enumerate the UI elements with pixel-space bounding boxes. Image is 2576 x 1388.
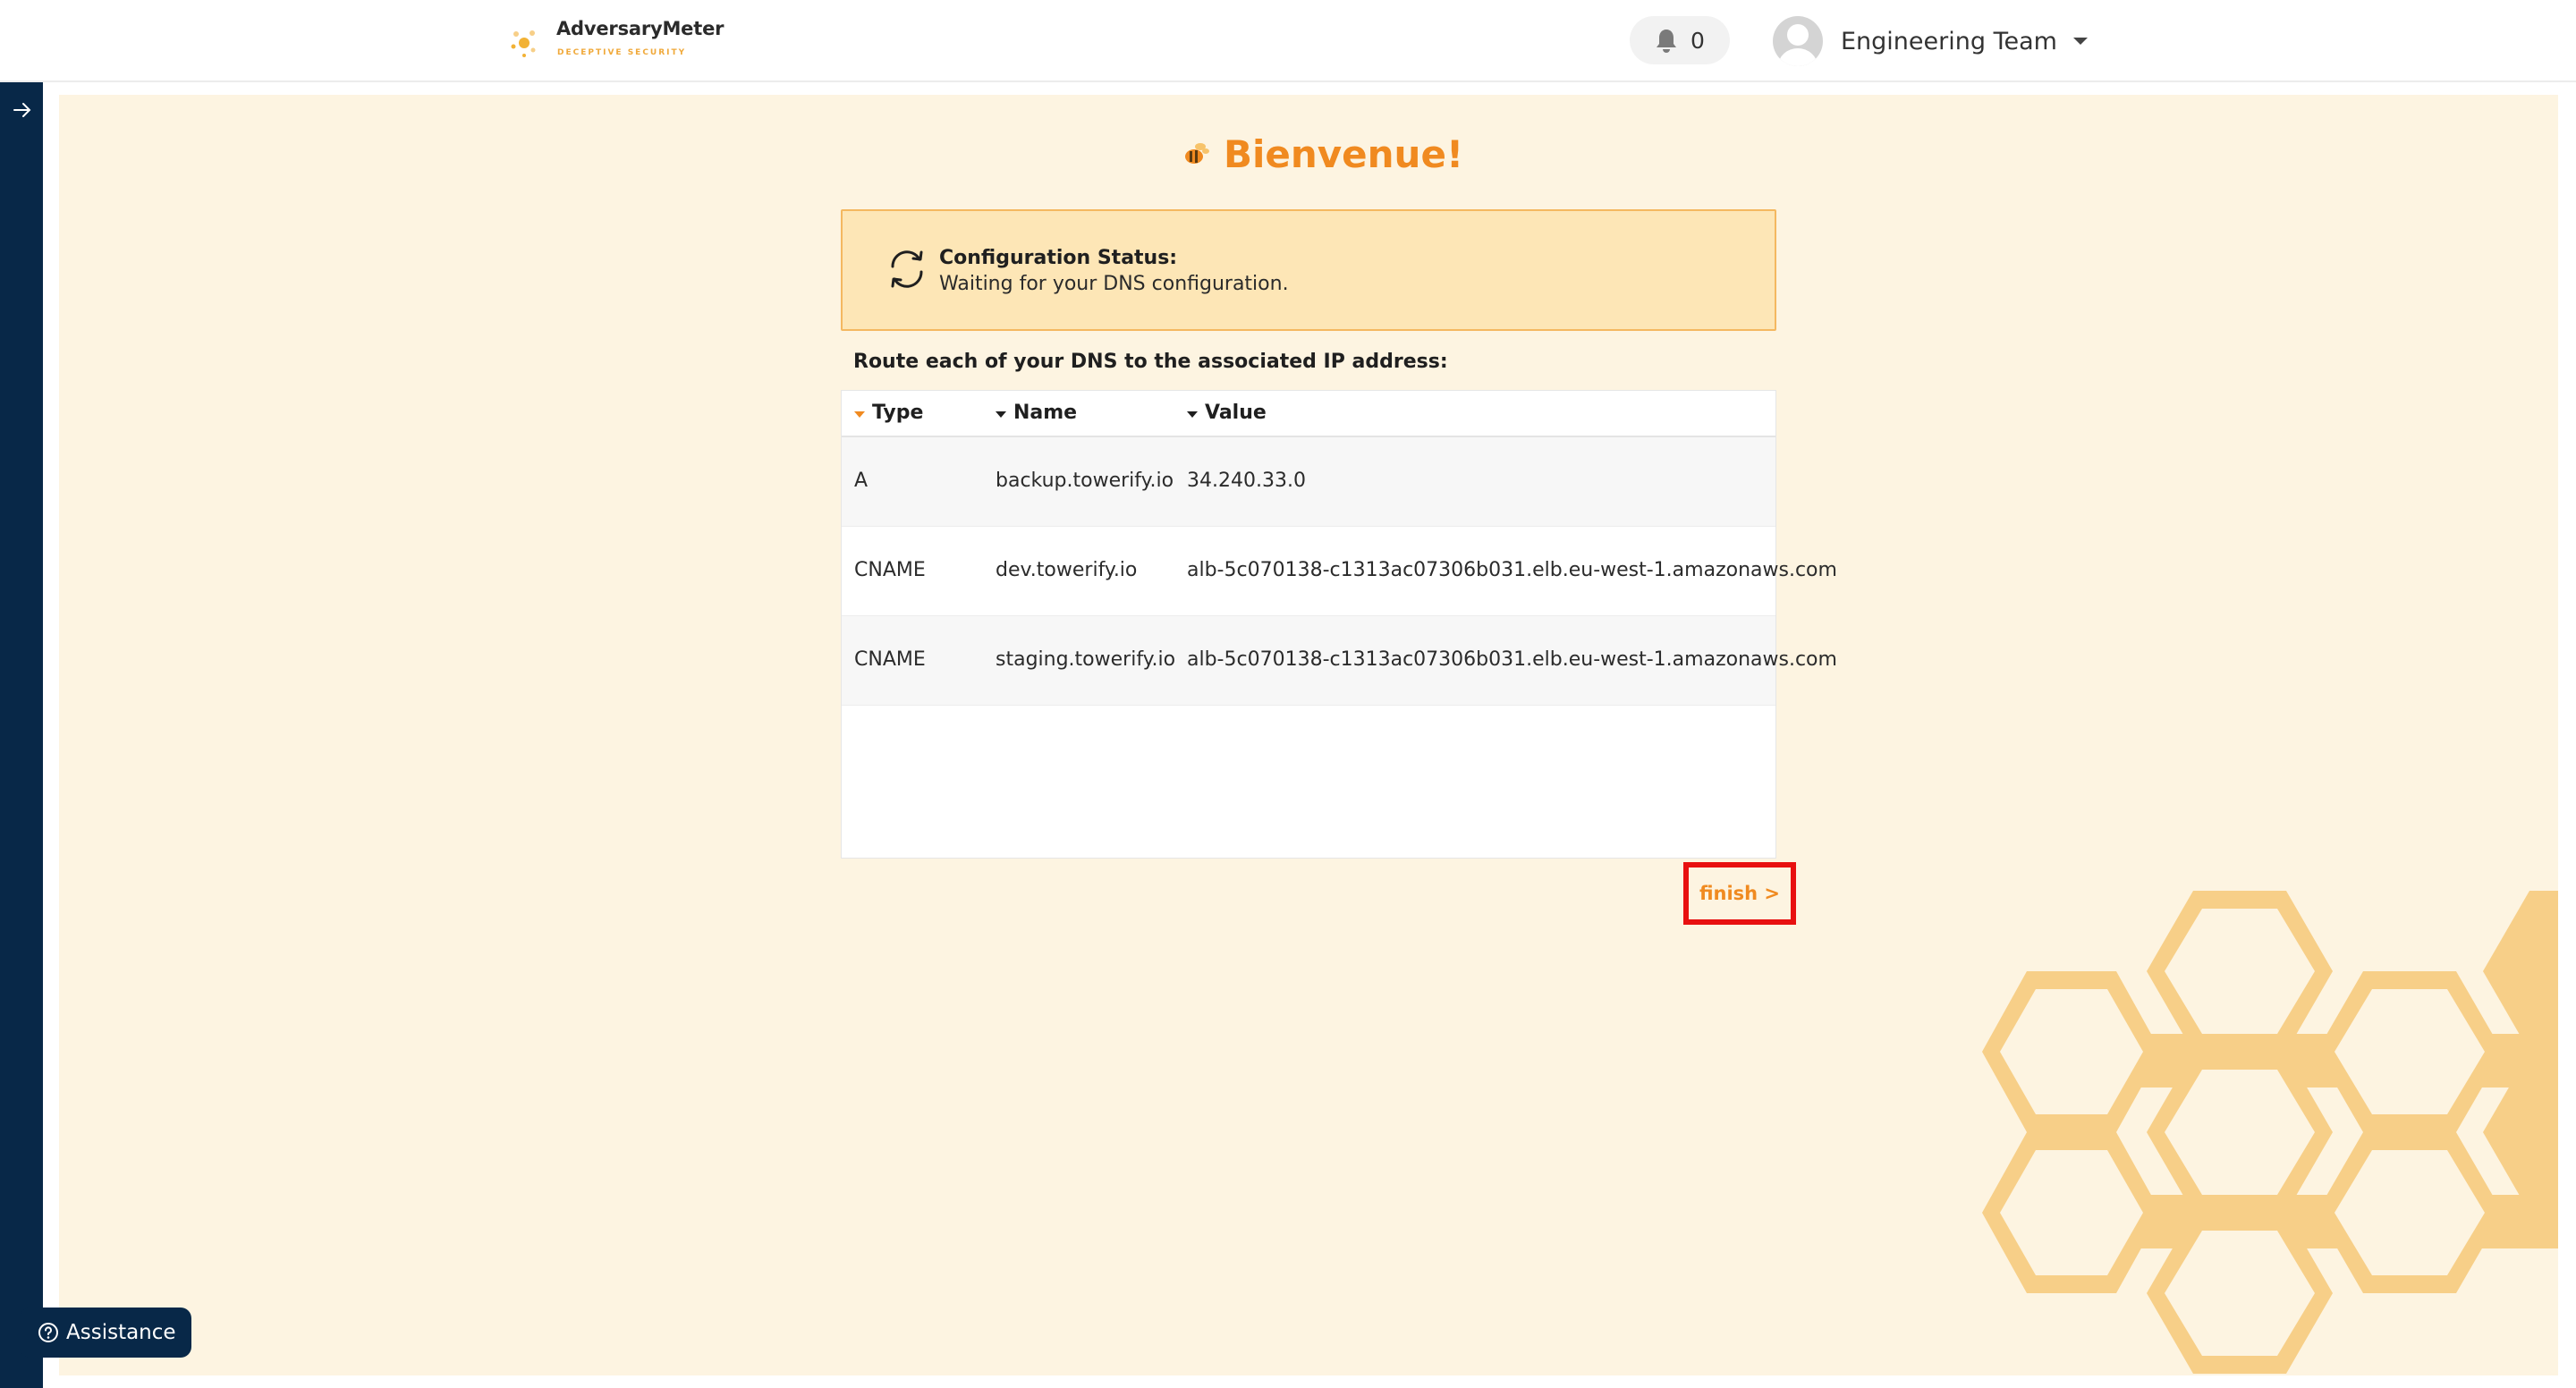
- user-avatar-icon: [1773, 16, 1823, 66]
- sidebar: [0, 82, 43, 1388]
- assistance-label: Assistance: [66, 1321, 176, 1344]
- user-name: Engineering Team: [1841, 27, 2057, 55]
- table-row: CNAME dev.towerify.io alb-5c070138-c1313…: [842, 527, 1837, 616]
- question-circle-icon: [38, 1323, 58, 1342]
- cell-name: backup.towerify.io: [996, 470, 1174, 492]
- chevron-down-icon: [2072, 38, 2088, 45]
- cell-value: alb-5c070138-c1313ac07306b031.elb.eu-wes…: [1187, 559, 1837, 581]
- bell-icon: [1657, 30, 1677, 53]
- main-content: Bienvenue! Configuration Status: Waiting…: [59, 95, 2558, 1375]
- sort-caret-icon: [1187, 410, 1198, 418]
- sidebar-toggle-button[interactable]: [7, 95, 38, 125]
- sort-caret-icon: [996, 410, 1006, 418]
- cell-type: A: [854, 470, 869, 492]
- column-header-name[interactable]: Name: [996, 402, 1077, 424]
- bee-logo-icon: [511, 30, 536, 57]
- table-row: CNAME staging.towerify.io alb-5c070138-c…: [842, 616, 1837, 706]
- bee-icon: [1185, 143, 1209, 164]
- cell-value: 34.240.33.0: [1187, 470, 1306, 492]
- cell-type: CNAME: [854, 559, 926, 581]
- cell-name: dev.towerify.io: [996, 559, 1138, 581]
- brand-tagline: DECEPTIVE SECURITY: [557, 48, 687, 57]
- dns-records-table: Type Name Value A backup.towerify.io 34.…: [841, 390, 1837, 859]
- page-title-text: Bienvenue!: [1224, 131, 1464, 176]
- brand-name: AdversaryMeter: [556, 18, 724, 39]
- column-header-type[interactable]: Type: [854, 402, 923, 424]
- column-label: Type: [872, 402, 924, 424]
- cell-type: CNAME: [854, 648, 926, 671]
- arrow-right-icon: [13, 103, 31, 117]
- configuration-status-panel: Configuration Status: Waiting for your D…: [841, 209, 1776, 331]
- status-label: Configuration Status:: [939, 247, 1178, 269]
- brand[interactable]: AdversaryMeter DECEPTIVE SECURITY: [506, 16, 739, 66]
- sort-caret-icon: [854, 410, 865, 418]
- column-label: Value: [1205, 402, 1267, 424]
- status-message: Waiting for your DNS configuration.: [939, 273, 1289, 295]
- user-menu[interactable]: Engineering Team: [1773, 13, 2088, 70]
- table-header: Type Name Value: [842, 391, 1775, 437]
- notifications-button[interactable]: 0: [1630, 16, 1730, 64]
- cell-value: alb-5c070138-c1313ac07306b031.elb.eu-wes…: [1187, 648, 1837, 671]
- notification-count: 0: [1690, 27, 1705, 54]
- dns-instruction: Route each of your DNS to the associated…: [853, 351, 1448, 373]
- cell-name: staging.towerify.io: [996, 648, 1176, 671]
- column-label: Name: [1013, 402, 1078, 424]
- assistance-button[interactable]: Assistance: [20, 1308, 191, 1358]
- table-row: A backup.towerify.io 34.240.33.0: [842, 437, 1775, 527]
- column-header-value[interactable]: Value: [1187, 402, 1267, 424]
- refresh-icon: [891, 250, 923, 288]
- top-header: AdversaryMeter DECEPTIVE SECURITY 0 Engi…: [0, 0, 2576, 82]
- finish-button[interactable]: finish >: [1683, 862, 1796, 925]
- page-title: Bienvenue!: [1181, 127, 1463, 181]
- honeycomb-decoration: [1982, 891, 2558, 1374]
